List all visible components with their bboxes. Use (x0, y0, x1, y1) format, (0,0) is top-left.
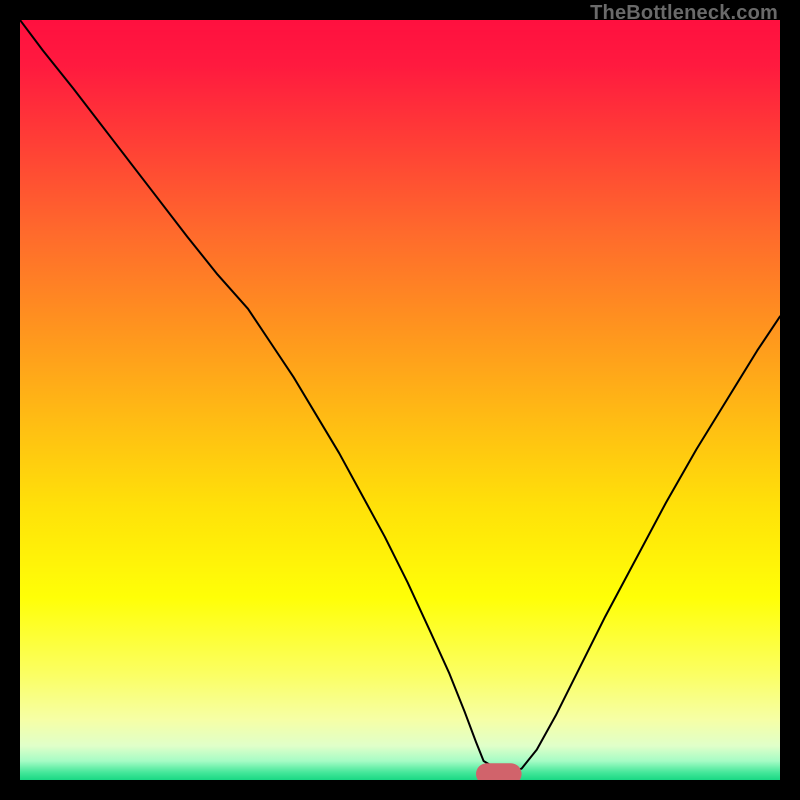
optimal-marker (476, 763, 522, 780)
chart-background (20, 20, 780, 780)
chart-frame: TheBottleneck.com (0, 0, 800, 800)
bottleneck-chart (20, 20, 780, 780)
